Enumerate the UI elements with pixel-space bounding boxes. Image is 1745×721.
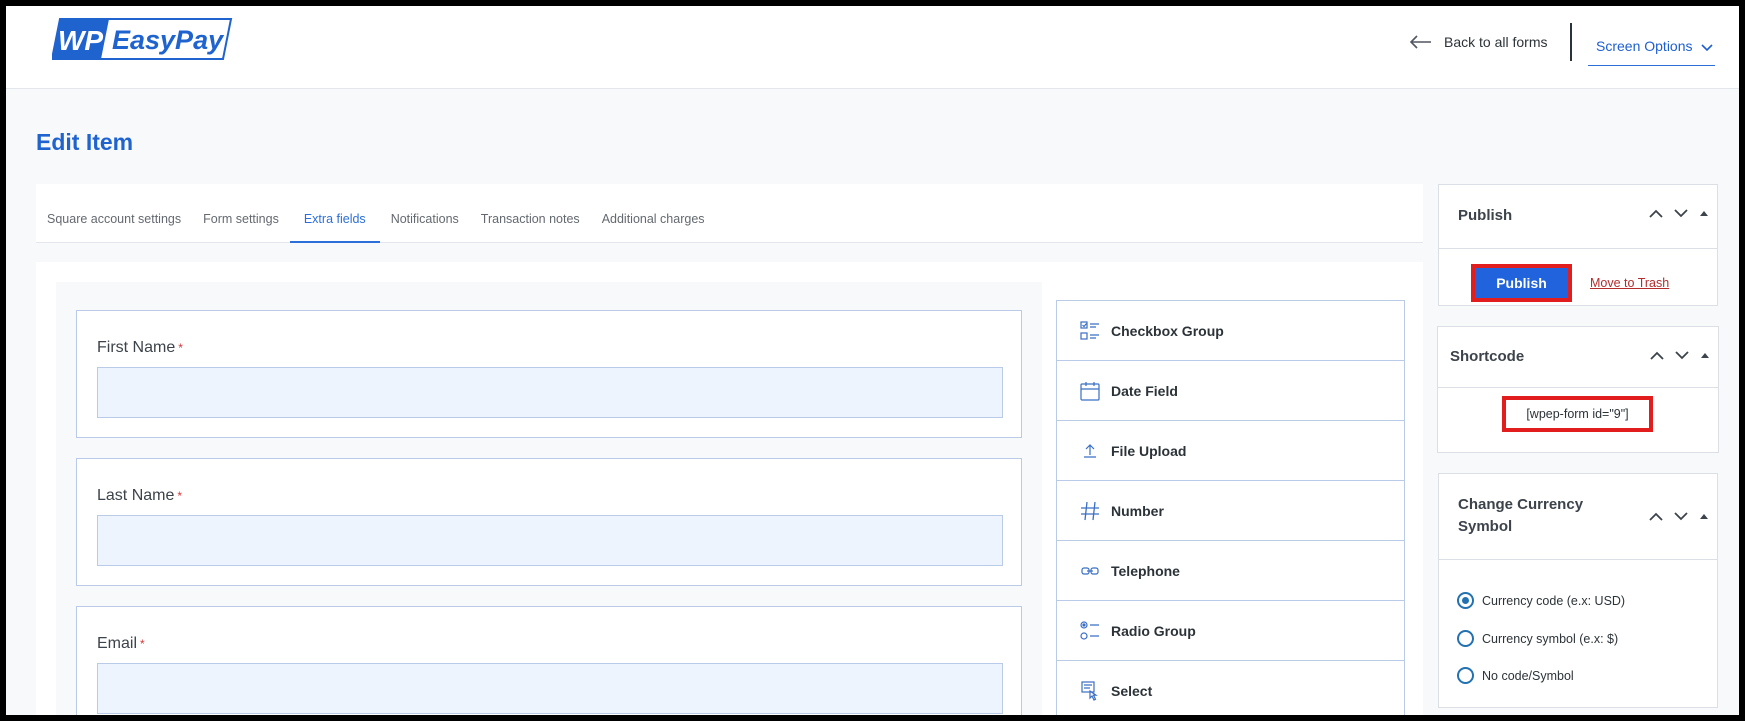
tab-additional-charges[interactable]: Additional charges (591, 184, 716, 243)
first-name-input[interactable] (97, 367, 1003, 418)
palette-item-label: Select (1111, 682, 1153, 699)
publish-box-header: Publish (1439, 185, 1717, 249)
header-divider (1570, 23, 1572, 61)
field-label: Email * (97, 635, 145, 652)
box-controls (1649, 209, 1709, 218)
palette-item-telephone[interactable]: Telephone (1057, 541, 1404, 601)
publish-button[interactable]: Publish (1471, 264, 1572, 302)
currency-box-title: Change Currency Symbol (1458, 496, 1584, 535)
radio-currency-code[interactable]: Currency code (e.x: USD) (1457, 592, 1625, 609)
form-preview-area: First Name * Last Name * Email * (56, 282, 1042, 715)
box-controls (1650, 351, 1710, 360)
palette-item-label: Radio Group (1111, 622, 1196, 639)
tab-extra-fields[interactable]: Extra fields (289, 184, 380, 243)
tab-form-settings[interactable]: Form settings (192, 184, 290, 243)
chevron-down-icon (1700, 44, 1713, 52)
settings-tabs: Square account settings Form settings Ex… (36, 184, 1423, 243)
currency-box-header: Change Currency Symbol (1439, 474, 1717, 560)
app-window: WP EasyPay Back to all forms Screen Opti… (6, 6, 1739, 715)
chevron-down-icon[interactable] (1675, 351, 1689, 360)
palette-item-label: File Upload (1111, 442, 1187, 459)
svg-text:WP: WP (58, 25, 103, 56)
form-builder-canvas: First Name * Last Name * Email * Checkbox G… (36, 262, 1423, 715)
palette-item-date-field[interactable]: Date Field (1057, 361, 1404, 421)
palette-item-number[interactable]: Number (1057, 481, 1404, 541)
palette-item-label: Telephone (1111, 562, 1180, 579)
last-name-input[interactable] (97, 515, 1003, 566)
form-field-email[interactable]: Email * (76, 606, 1022, 715)
svg-text:EasyPay: EasyPay (112, 25, 225, 55)
palette-item-radio-group[interactable]: Radio Group (1057, 601, 1404, 661)
email-input[interactable] (97, 663, 1003, 714)
calendar-icon (1079, 380, 1101, 402)
tab-notifications[interactable]: Notifications (380, 184, 470, 243)
required-mark: * (177, 489, 183, 503)
palette-item-checkbox-group[interactable]: Checkbox Group (1057, 301, 1404, 361)
select-icon (1079, 680, 1101, 702)
upload-icon (1079, 440, 1101, 462)
palette-item-file-upload[interactable]: File Upload (1057, 421, 1404, 481)
chevron-up-icon[interactable] (1649, 512, 1663, 521)
collapse-toggle-icon[interactable] (1699, 513, 1709, 520)
radio-button[interactable] (1457, 667, 1474, 684)
form-field-last-name[interactable]: Last Name * (76, 458, 1022, 586)
field-label: First Name * (97, 339, 183, 356)
tab-square-account-settings[interactable]: Square account settings (36, 184, 192, 243)
top-header: WP EasyPay Back to all forms Screen Opti… (6, 6, 1739, 89)
required-mark: * (178, 341, 183, 355)
link-icon (1079, 560, 1101, 582)
chevron-up-icon[interactable] (1650, 351, 1664, 360)
chevron-down-icon[interactable] (1674, 209, 1688, 218)
radio-currency-symbol[interactable]: Currency symbol (e.x: $) (1457, 630, 1618, 647)
chevron-down-icon[interactable] (1674, 512, 1688, 521)
radio-label: No code/Symbol (1482, 668, 1574, 683)
palette-item-label: Checkbox Group (1111, 322, 1224, 339)
form-field-first-name[interactable]: First Name * (76, 310, 1022, 438)
arrow-left-icon (1410, 35, 1431, 49)
palette-item-label: Number (1111, 502, 1164, 519)
shortcode-value[interactable]: [wpep-form id="9"] (1502, 396, 1653, 432)
checkbox-group-icon (1079, 320, 1101, 342)
screen-options-button[interactable]: Screen Options (1588, 33, 1715, 66)
radio-label: Currency symbol (e.x: $) (1482, 631, 1619, 646)
palette-item-select[interactable]: Select (1057, 661, 1404, 715)
tab-transaction-notes[interactable]: Transaction notes (470, 184, 591, 243)
hash-icon (1079, 500, 1101, 522)
shortcode-box-title: Shortcode (1450, 348, 1525, 365)
radio-button[interactable] (1457, 630, 1474, 647)
screen-options-label: Screen Options (1596, 38, 1693, 54)
box-controls (1649, 512, 1709, 521)
wp-easypay-logo[interactable]: WP EasyPay (50, 17, 233, 66)
radio-group-icon (1079, 620, 1101, 642)
radio-button-selected[interactable] (1457, 592, 1474, 609)
shortcode-box-header: Shortcode (1438, 327, 1718, 388)
required-mark: * (140, 637, 145, 651)
page-title: Edit Item (36, 129, 134, 155)
field-label: Last Name * (97, 487, 183, 504)
radio-no-code-symbol[interactable]: No code/Symbol (1457, 667, 1574, 684)
back-to-all-forms-link[interactable]: Back to all forms (1410, 34, 1547, 50)
back-link-label: Back to all forms (1444, 34, 1548, 50)
radio-label: Currency code (e.x: USD) (1482, 593, 1626, 608)
chevron-up-icon[interactable] (1649, 209, 1663, 218)
collapse-toggle-icon[interactable] (1699, 210, 1709, 217)
publish-box: Publish Publish Move to Trash (1438, 184, 1718, 306)
shortcode-box: Shortcode [wpep-form id="9"] (1437, 326, 1719, 453)
collapse-toggle-icon[interactable] (1700, 352, 1710, 359)
palette-item-label: Date Field (1111, 382, 1178, 399)
move-to-trash-link[interactable]: Move to Trash (1590, 276, 1669, 290)
currency-symbol-box: Change Currency Symbol Currency code (e.… (1438, 473, 1718, 708)
field-palette: Checkbox Group Date Field File Upload Nu… (1056, 300, 1405, 715)
publish-box-title: Publish (1458, 207, 1513, 224)
